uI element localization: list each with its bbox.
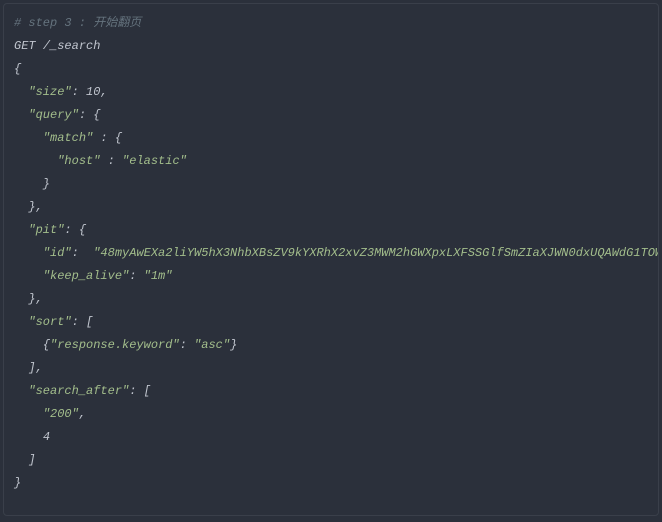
json-key-sort: "sort": [28, 315, 71, 329]
json-key-pit: "pit": [28, 223, 64, 237]
http-path: /_search: [43, 39, 101, 53]
http-method: GET: [14, 39, 36, 53]
code-block: # step 3 : 开始翻页 GET /_search { "size": 1…: [3, 3, 659, 516]
json-val-sa2: 4: [43, 430, 50, 444]
json-key-response: "response.keyword": [50, 338, 180, 352]
json-key-id: "id": [43, 246, 72, 260]
json-val-size: 10: [86, 85, 100, 99]
json-val-id: "48myAwEXa2liYW5hX3NhbXBsZV9kYXRhX2xvZ3M…: [93, 246, 659, 260]
json-key-keep-alive: "keep_alive": [43, 269, 129, 283]
json-val-host: "elastic": [122, 154, 187, 168]
json-val-response: "asc": [194, 338, 230, 352]
json-key-host: "host": [57, 154, 100, 168]
json-key-search-after: "search_after": [28, 384, 129, 398]
json-key-match: "match": [43, 131, 93, 145]
comment-line: # step 3 : 开始翻页: [14, 16, 141, 30]
json-val-keep-alive: "1m": [144, 269, 173, 283]
json-key-size: "size": [28, 85, 71, 99]
json-key-query: "query": [28, 108, 78, 122]
json-val-sa1: "200": [43, 407, 79, 421]
